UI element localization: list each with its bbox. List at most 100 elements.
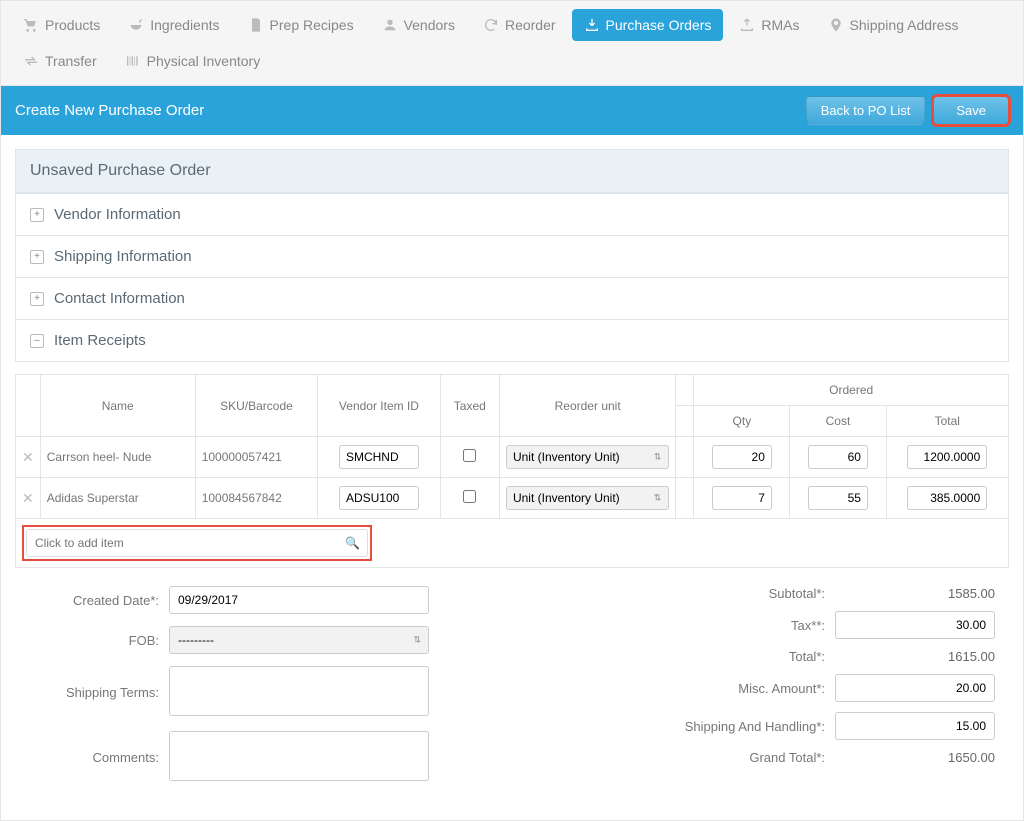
cart-icon <box>23 17 39 33</box>
nav-prep-recipes[interactable]: Prep Recipes <box>236 9 366 41</box>
nav-products[interactable]: Products <box>11 9 112 41</box>
add-item-row: 🔍 <box>15 519 1009 568</box>
table-row: ✕ Carrson heel- Nude 100000057421 Unit (… <box>16 437 1009 478</box>
col-vendor-item: Vendor Item ID <box>318 375 440 437</box>
nav-label: Physical Inventory <box>147 53 261 69</box>
taxed-checkbox[interactable] <box>463 490 476 503</box>
col-ordered-group: Ordered <box>694 375 1009 406</box>
nav-label: Ingredients <box>150 17 219 33</box>
qty-input[interactable] <box>712 445 772 469</box>
col-total: Total <box>886 406 1008 437</box>
tax-input[interactable] <box>835 611 995 639</box>
col-name: Name <box>40 375 195 437</box>
cell-name: Carrson heel- Nude <box>40 437 195 478</box>
nav-label: Shipping Address <box>850 17 959 33</box>
misc-input[interactable] <box>835 674 995 702</box>
plus-icon: + <box>30 208 44 222</box>
section-shipping-info[interactable]: + Shipping Information <box>16 235 1008 277</box>
nav-transfer[interactable]: Transfer <box>11 45 109 77</box>
barcode-icon <box>125 53 141 69</box>
col-sku: SKU/Barcode <box>195 375 318 437</box>
download-icon <box>584 17 600 33</box>
subtotal-value: 1585.00 <box>835 586 995 601</box>
bowl-icon <box>128 17 144 33</box>
col-cost: Cost <box>790 406 886 437</box>
nav-ingredients[interactable]: Ingredients <box>116 9 231 41</box>
cost-input[interactable] <box>808 445 868 469</box>
cost-input[interactable] <box>808 486 868 510</box>
section-contact-info[interactable]: + Contact Information <box>16 277 1008 319</box>
col-qty: Qty <box>694 406 790 437</box>
nav-label: Transfer <box>45 53 97 69</box>
back-to-po-list-button[interactable]: Back to PO List <box>806 96 926 125</box>
add-item-input[interactable] <box>26 529 368 557</box>
shipping-input[interactable] <box>835 712 995 740</box>
vendor-item-input[interactable] <box>339 445 419 469</box>
section-item-receipts[interactable]: – Item Receipts <box>16 319 1008 361</box>
total-value: 1615.00 <box>835 649 995 664</box>
nav-shipping-address[interactable]: Shipping Address <box>816 9 971 41</box>
created-date-input[interactable] <box>169 586 429 614</box>
person-icon <box>382 17 398 33</box>
cell-sku: 100084567842 <box>195 478 318 519</box>
nav-purchase-orders[interactable]: Purchase Orders <box>572 9 724 41</box>
fob-select[interactable]: --------- <box>169 626 429 654</box>
misc-label: Misc. Amount*: <box>738 681 825 696</box>
tax-label: Tax**: <box>791 618 825 633</box>
nav-reorder[interactable]: Reorder <box>471 9 568 41</box>
section-vendor-info[interactable]: + Vendor Information <box>16 193 1008 235</box>
top-navbar: Products Ingredients Prep Recipes Vendor… <box>1 1 1023 86</box>
upload-icon <box>739 17 755 33</box>
transfer-icon <box>23 53 39 69</box>
cell-name: Adidas Superstar <box>40 478 195 519</box>
col-reorder: Reorder unit <box>499 375 675 437</box>
nav-label: Products <box>45 17 100 33</box>
section-label: Vendor Information <box>54 206 181 223</box>
purchase-order-panel: Unsaved Purchase Order + Vendor Informat… <box>15 149 1009 362</box>
cell-sku: 100000057421 <box>195 437 318 478</box>
save-button[interactable]: Save <box>933 96 1009 125</box>
section-label: Contact Information <box>54 290 185 307</box>
qty-input[interactable] <box>712 486 772 510</box>
grand-total-label: Grand Total*: <box>749 750 825 765</box>
created-date-label: Created Date*: <box>29 593 169 608</box>
page-title: Create New Purchase Order <box>15 102 798 119</box>
comments-input[interactable] <box>169 731 429 781</box>
reorder-unit-select[interactable]: Unit (Inventory Unit) <box>506 486 669 510</box>
nav-rmas[interactable]: RMAs <box>727 9 811 41</box>
nav-label: RMAs <box>761 17 799 33</box>
vendor-item-input[interactable] <box>339 486 419 510</box>
col-taxed: Taxed <box>440 375 499 437</box>
total-input[interactable] <box>907 445 987 469</box>
shipping-handling-label: Shipping And Handling*: <box>685 719 825 734</box>
note-icon <box>248 17 264 33</box>
pin-icon <box>828 17 844 33</box>
nav-label: Prep Recipes <box>270 17 354 33</box>
plus-icon: + <box>30 250 44 264</box>
remove-row-icon[interactable]: ✕ <box>22 490 34 506</box>
subtotal-label: Subtotal*: <box>769 586 825 601</box>
total-label: Total*: <box>789 649 825 664</box>
nav-physical-inventory[interactable]: Physical Inventory <box>113 45 273 77</box>
total-input[interactable] <box>907 486 987 510</box>
section-label: Shipping Information <box>54 248 192 265</box>
refresh-icon <box>483 17 499 33</box>
reorder-unit-select[interactable]: Unit (Inventory Unit) <box>506 445 669 469</box>
nav-label: Reorder <box>505 17 556 33</box>
panel-title: Unsaved Purchase Order <box>16 150 1008 193</box>
comments-label: Comments: <box>29 750 169 765</box>
minus-icon: – <box>30 334 44 348</box>
nav-label: Vendors <box>404 17 455 33</box>
nav-vendors[interactable]: Vendors <box>370 9 467 41</box>
taxed-checkbox[interactable] <box>463 449 476 462</box>
page-header: Create New Purchase Order Back to PO Lis… <box>1 86 1023 135</box>
remove-row-icon[interactable]: ✕ <box>22 449 34 465</box>
plus-icon: + <box>30 292 44 306</box>
shipping-terms-label: Shipping Terms: <box>29 685 169 700</box>
grand-total-value: 1650.00 <box>835 750 995 765</box>
items-table: Name SKU/Barcode Vendor Item ID Taxed Re… <box>15 374 1009 519</box>
fob-label: FOB: <box>29 633 169 648</box>
section-label: Item Receipts <box>54 332 146 349</box>
nav-label: Purchase Orders <box>606 17 712 33</box>
shipping-terms-input[interactable] <box>169 666 429 716</box>
